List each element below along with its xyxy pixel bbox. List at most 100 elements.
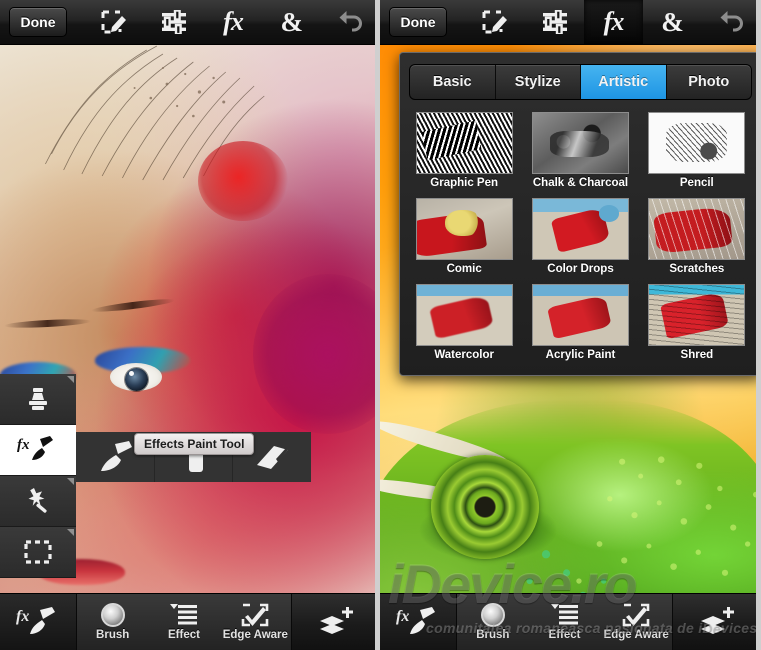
screen-gutter (756, 0, 761, 650)
bottom-mode-button[interactable]: fx (0, 594, 76, 650)
effect-thumbnail[interactable] (416, 284, 513, 346)
edge-aware-icon (622, 603, 650, 627)
undo-button[interactable] (321, 0, 380, 44)
effect-thumbnail[interactable] (648, 284, 745, 346)
brush-size-knob-icon (101, 603, 125, 627)
effect-label: Color Drops (547, 263, 613, 275)
tool-magic-wand[interactable] (0, 476, 76, 527)
tool-selection[interactable] (0, 527, 76, 578)
effect-item[interactable]: Graphic Pen (409, 112, 519, 194)
bottom-item-brush[interactable]: Brush (77, 594, 148, 650)
fx-brush-icon: fx (395, 606, 441, 638)
effect-label: Chalk & Charcoal (533, 177, 628, 189)
marquee-icon (23, 539, 53, 565)
edge-aware-icon (241, 603, 269, 627)
effect-label: Shred (681, 349, 714, 361)
bottom-item-effect[interactable]: Effect (529, 594, 601, 650)
left-bottom-toolbar[interactable]: fx Brush Effect (0, 593, 380, 650)
submenu-corner-icon (67, 376, 74, 383)
effect-thumbnail[interactable] (648, 198, 745, 260)
effect-item[interactable]: Chalk & Charcoal (525, 112, 635, 194)
done-cell[interactable]: Done (0, 7, 86, 37)
bottom-item-edge-aware[interactable]: Edge Aware (600, 594, 672, 650)
selection-edit-button[interactable] (466, 0, 525, 44)
tab-photo[interactable]: Photo (667, 65, 752, 99)
effect-item[interactable]: Pencil (642, 112, 752, 194)
left-canvas[interactable]: fx (0, 44, 380, 650)
tab-stylize[interactable]: Stylize (496, 65, 582, 99)
effect-thumbnail[interactable] (648, 112, 745, 174)
right-canvas[interactable]: Basic Stylize Artistic Photo Graphic Pen… (380, 44, 761, 650)
add-layer-button[interactable] (292, 594, 380, 650)
fx-brush-icon: fx (16, 435, 60, 465)
right-screen: Basic Stylize Artistic Photo Graphic Pen… (380, 0, 761, 650)
effect-list-icon (550, 603, 580, 627)
done-cell[interactable]: Done (380, 7, 466, 37)
tool-rail[interactable]: fx (0, 374, 76, 578)
stamp-icon (23, 384, 53, 414)
effect-item[interactable]: Scratches (642, 198, 752, 280)
eyebrow-right (91, 296, 175, 313)
effect-thumbnail[interactable] (532, 198, 629, 260)
undo-button[interactable] (702, 0, 761, 44)
adjustments-button[interactable] (525, 0, 584, 44)
effects-button[interactable]: fx (584, 0, 643, 44)
effect-item[interactable]: Acrylic Paint (525, 284, 635, 366)
submenu-corner-icon (67, 529, 74, 536)
effect-label: Watercolor (434, 349, 494, 361)
tool-effects-paint[interactable]: fx (0, 425, 76, 476)
done-button[interactable]: Done (9, 7, 67, 37)
effect-thumbnail[interactable] (532, 112, 629, 174)
effect-thumbnail[interactable] (416, 112, 513, 174)
bottom-item-edge-aware[interactable]: Edge Aware (220, 594, 291, 650)
effects-tab-bar[interactable]: Basic Stylize Artistic Photo (409, 64, 752, 100)
iris-right (125, 368, 148, 391)
effect-thumbnail[interactable] (532, 284, 629, 346)
add-layer-icon (697, 605, 737, 639)
effects-popover[interactable]: Basic Stylize Artistic Photo Graphic Pen… (399, 52, 761, 376)
bottom-mode-button[interactable]: fx (380, 594, 456, 650)
eraser-icon (252, 443, 292, 471)
fx-brush-icon: fx (15, 606, 61, 638)
sliders-icon (160, 10, 188, 34)
add-layer-icon (316, 605, 356, 639)
tool-clone-stamp[interactable] (0, 374, 76, 425)
done-button[interactable]: Done (389, 7, 447, 37)
svg-text:fx: fx (16, 608, 29, 625)
effect-thumbnail[interactable] (416, 198, 513, 260)
effects-button[interactable]: fx (204, 0, 263, 44)
blend-button[interactable]: & (262, 0, 321, 44)
bottom-item-label: Edge Aware (604, 629, 669, 641)
effect-list-icon (169, 603, 199, 627)
bottom-options[interactable]: Brush Effect Edge Aware (76, 594, 292, 650)
right-top-toolbar[interactable]: Done fx & (380, 0, 761, 45)
tab-basic[interactable]: Basic (410, 65, 496, 99)
right-bottom-toolbar[interactable]: fx Brush Effect (380, 593, 761, 650)
bottom-item-label: Brush (96, 629, 129, 641)
svg-text:fx: fx (396, 608, 409, 625)
bottom-item-brush[interactable]: Brush (457, 594, 529, 650)
effect-label: Pencil (680, 177, 714, 189)
bottom-options[interactable]: Brush Effect Edge Aware (456, 594, 673, 650)
tool-tooltip: Effects Paint Tool (134, 433, 254, 455)
bottom-item-effect[interactable]: Effect (148, 594, 219, 650)
effect-item[interactable]: Watercolor (409, 284, 519, 366)
effect-item[interactable]: Color Drops (525, 198, 635, 280)
bottom-item-label: Effect (549, 629, 581, 641)
left-top-toolbar[interactable]: Done fx & (0, 0, 380, 45)
add-layer-button[interactable] (673, 594, 761, 650)
bottom-item-label: Edge Aware (223, 629, 288, 641)
effects-grid[interactable]: Graphic Pen Chalk & Charcoal Pencil Comi… (409, 112, 752, 366)
effect-item[interactable]: Comic (409, 198, 519, 280)
tab-artistic[interactable]: Artistic (581, 65, 667, 99)
fx-icon: fx (604, 9, 624, 35)
brush-size-knob-icon (481, 603, 505, 627)
eyebrow-left (4, 317, 92, 329)
left-screen: fx (0, 0, 380, 650)
bottom-item-label: Brush (476, 629, 509, 641)
adjustments-button[interactable] (145, 0, 204, 44)
effect-item[interactable]: Shred (642, 284, 752, 366)
selection-edit-button[interactable] (86, 0, 145, 44)
blend-button[interactable]: & (643, 0, 702, 44)
magic-wand-icon (23, 486, 53, 516)
